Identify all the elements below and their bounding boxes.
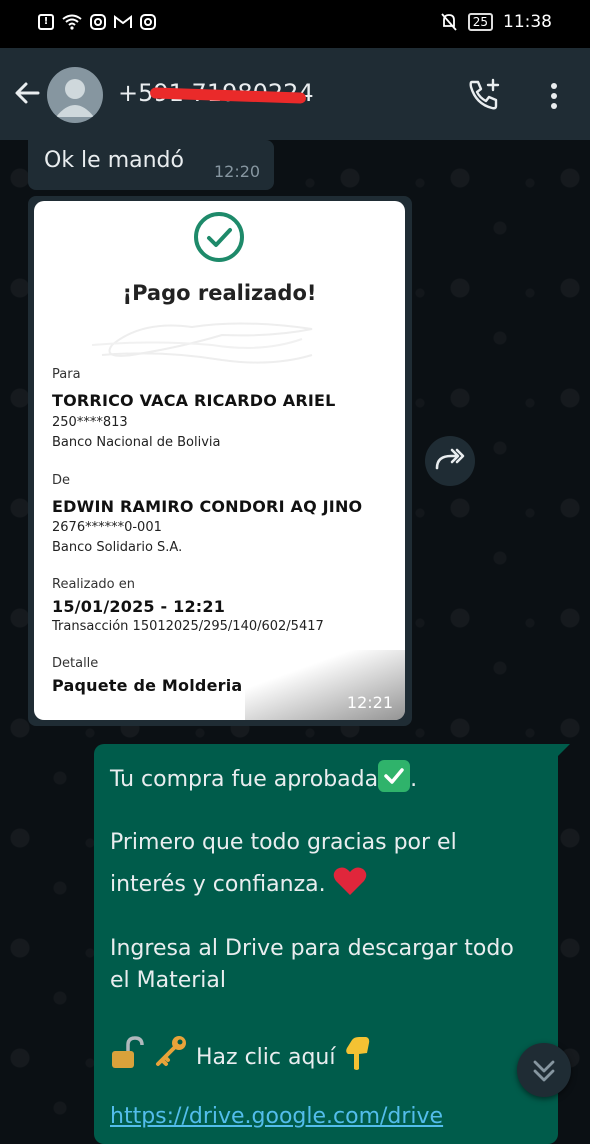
de-account: 2676******0-001 <box>52 520 162 535</box>
status-icons-left: ! <box>38 14 156 30</box>
more-vert-icon[interactable] <box>542 80 566 112</box>
para-name: TORRICO VACA RICARDO ARIEL <box>52 391 336 410</box>
forward-icon <box>435 448 465 470</box>
message-text: . <box>410 767 418 792</box>
message-line: Tu compra fue aprobada. <box>110 760 417 792</box>
gmail-icon <box>114 15 132 28</box>
status-bar: ! 25 11:38 <box>0 0 590 48</box>
para-account: 250****813 <box>52 415 128 430</box>
message-text: el Material <box>110 968 227 993</box>
chat-header: +591 71980224 <box>0 48 590 140</box>
de-bank: Banco Solidario S.A. <box>52 540 183 555</box>
message-line: Haz clic aquí <box>110 1034 372 1070</box>
instagram-icon <box>140 14 156 30</box>
scroll-down-button[interactable] <box>517 1043 571 1097</box>
back-arrow-icon[interactable] <box>12 78 42 108</box>
status-icons-right: 25 11:38 <box>440 12 552 32</box>
wifi-icon <box>62 14 82 30</box>
forward-button[interactable] <box>425 436 475 486</box>
realizado-label: Realizado en <box>52 577 136 592</box>
scribble-redaction <box>91 322 313 364</box>
avatar-icon[interactable] <box>47 67 103 123</box>
key-emoji-icon <box>156 1036 186 1066</box>
bubble-tail <box>558 744 570 756</box>
unlocked-lock-emoji-icon <box>112 1036 144 1068</box>
battery-icon: 25 <box>467 13 493 31</box>
add-call-icon[interactable] <box>466 77 502 113</box>
incoming-message[interactable]: Ok le mandó 12:20 <box>28 140 274 190</box>
message-time: 12:20 <box>214 162 261 181</box>
de-name: EDWIN RAMIRO CONDORI AQ JINO <box>52 497 363 516</box>
message-text: Tu compra fue aprobada <box>110 767 379 792</box>
alert-icon: ! <box>38 14 54 30</box>
para-bank: Banco Nacional de Bolivia <box>52 435 221 450</box>
drive-link[interactable]: https://drive.google.com/drive <box>110 1104 443 1129</box>
detalle-value: Paquete de Molderia <box>52 676 243 695</box>
message-time: 12:21 <box>346 693 393 712</box>
message-text: interés y confianza. <box>110 872 326 897</box>
receipt-title: ¡Pago realizado! <box>122 281 317 305</box>
message-text: Ingresa al Drive para descargar todo <box>110 936 514 961</box>
detalle-label: Detalle <box>52 656 99 671</box>
instagram-icon <box>90 14 106 30</box>
payment-receipt-image[interactable]: ¡Pago realizado! Para TORRICO VACA RICAR… <box>34 201 405 720</box>
status-time: 11:38 <box>503 12 552 32</box>
pointing-down-emoji-icon <box>346 1037 370 1070</box>
incoming-image-message[interactable]: ¡Pago realizado! Para TORRICO VACA RICAR… <box>28 196 412 726</box>
outgoing-message[interactable]: Tu compra fue aprobada. Primero que todo… <box>94 744 570 1144</box>
de-label: De <box>52 473 71 488</box>
message-line: interés y confianza. <box>110 866 367 897</box>
check-mark-emoji-icon <box>378 760 411 792</box>
transaction-id: Transacción 15012025/295/140/602/5417 <box>52 619 324 634</box>
message-text: Haz clic aquí <box>196 1045 336 1070</box>
realizado-date: 15/01/2025 - 12:21 <box>52 597 226 616</box>
red-heart-emoji-icon <box>333 867 366 895</box>
para-label: Para <box>52 367 81 382</box>
double-chevron-down-icon <box>533 1060 555 1082</box>
message-text: Primero que todo gracias por el <box>110 830 457 855</box>
mute-icon <box>441 13 457 31</box>
message-text: Ok le mandó <box>44 148 184 173</box>
check-circle-icon <box>194 212 244 262</box>
